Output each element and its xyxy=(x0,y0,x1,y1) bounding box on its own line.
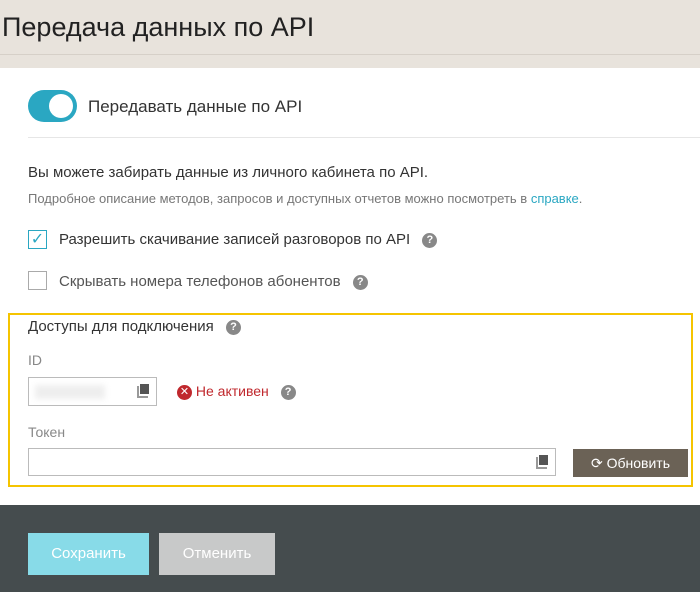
copy-icon[interactable] xyxy=(536,455,548,469)
page-header: Передача данных по API xyxy=(0,0,700,55)
hide-numbers-label: Скрывать номера телефонов абонентов xyxy=(59,273,341,290)
token-label: Токен xyxy=(28,424,66,440)
help-icon[interactable]: ? xyxy=(225,319,241,335)
status-badge: ✕ Не активен ? xyxy=(177,383,296,400)
refresh-icon: ⟳ xyxy=(590,455,603,471)
info-description-end: . xyxy=(578,191,583,206)
info-text: Вы можете забирать данные из личного каб… xyxy=(28,164,429,181)
token-field[interactable] xyxy=(28,448,556,476)
allow-recordings-checkbox[interactable]: ✓ xyxy=(28,230,47,249)
page-title: Передача данных по API xyxy=(2,12,315,42)
save-button[interactable]: Сохранить xyxy=(28,533,149,575)
hide-numbers-option: Скрывать номера телефонов абонентов ? xyxy=(59,273,368,290)
footer-bar: Сохранить Отменить xyxy=(0,505,700,592)
help-icon[interactable]: ? xyxy=(280,384,296,400)
info-description: Подробное описание методов, запросов и д… xyxy=(28,191,582,206)
cancel-button[interactable]: Отменить xyxy=(159,533,275,575)
help-icon[interactable]: ? xyxy=(422,232,438,248)
id-label: ID xyxy=(28,352,42,368)
hide-numbers-checkbox[interactable] xyxy=(28,271,47,290)
api-toggle-label: Передавать данные по API xyxy=(88,97,303,116)
status-text: Не активен xyxy=(195,383,269,399)
api-toggle[interactable] xyxy=(28,90,77,122)
toggle-knob xyxy=(49,94,73,118)
header-band xyxy=(0,55,700,68)
help-link[interactable]: справке xyxy=(531,191,579,206)
refresh-token-button[interactable]: ⟳ Обновить xyxy=(573,449,688,477)
error-icon: ✕ xyxy=(177,384,192,400)
refresh-label: Обновить xyxy=(606,455,670,471)
access-heading: Доступы для подключения ? xyxy=(28,318,241,335)
divider xyxy=(28,137,700,138)
access-heading-text: Доступы для подключения xyxy=(28,318,214,335)
allow-recordings-option: Разрешить скачивание записей разговоров … xyxy=(59,231,438,248)
blurred-id xyxy=(35,385,105,399)
help-icon[interactable]: ? xyxy=(352,274,368,290)
info-description-text: Подробное описание методов, запросов и д… xyxy=(28,191,531,206)
copy-icon[interactable] xyxy=(137,384,149,398)
id-field[interactable] xyxy=(28,377,157,406)
allow-recordings-label: Разрешить скачивание записей разговоров … xyxy=(59,231,411,248)
